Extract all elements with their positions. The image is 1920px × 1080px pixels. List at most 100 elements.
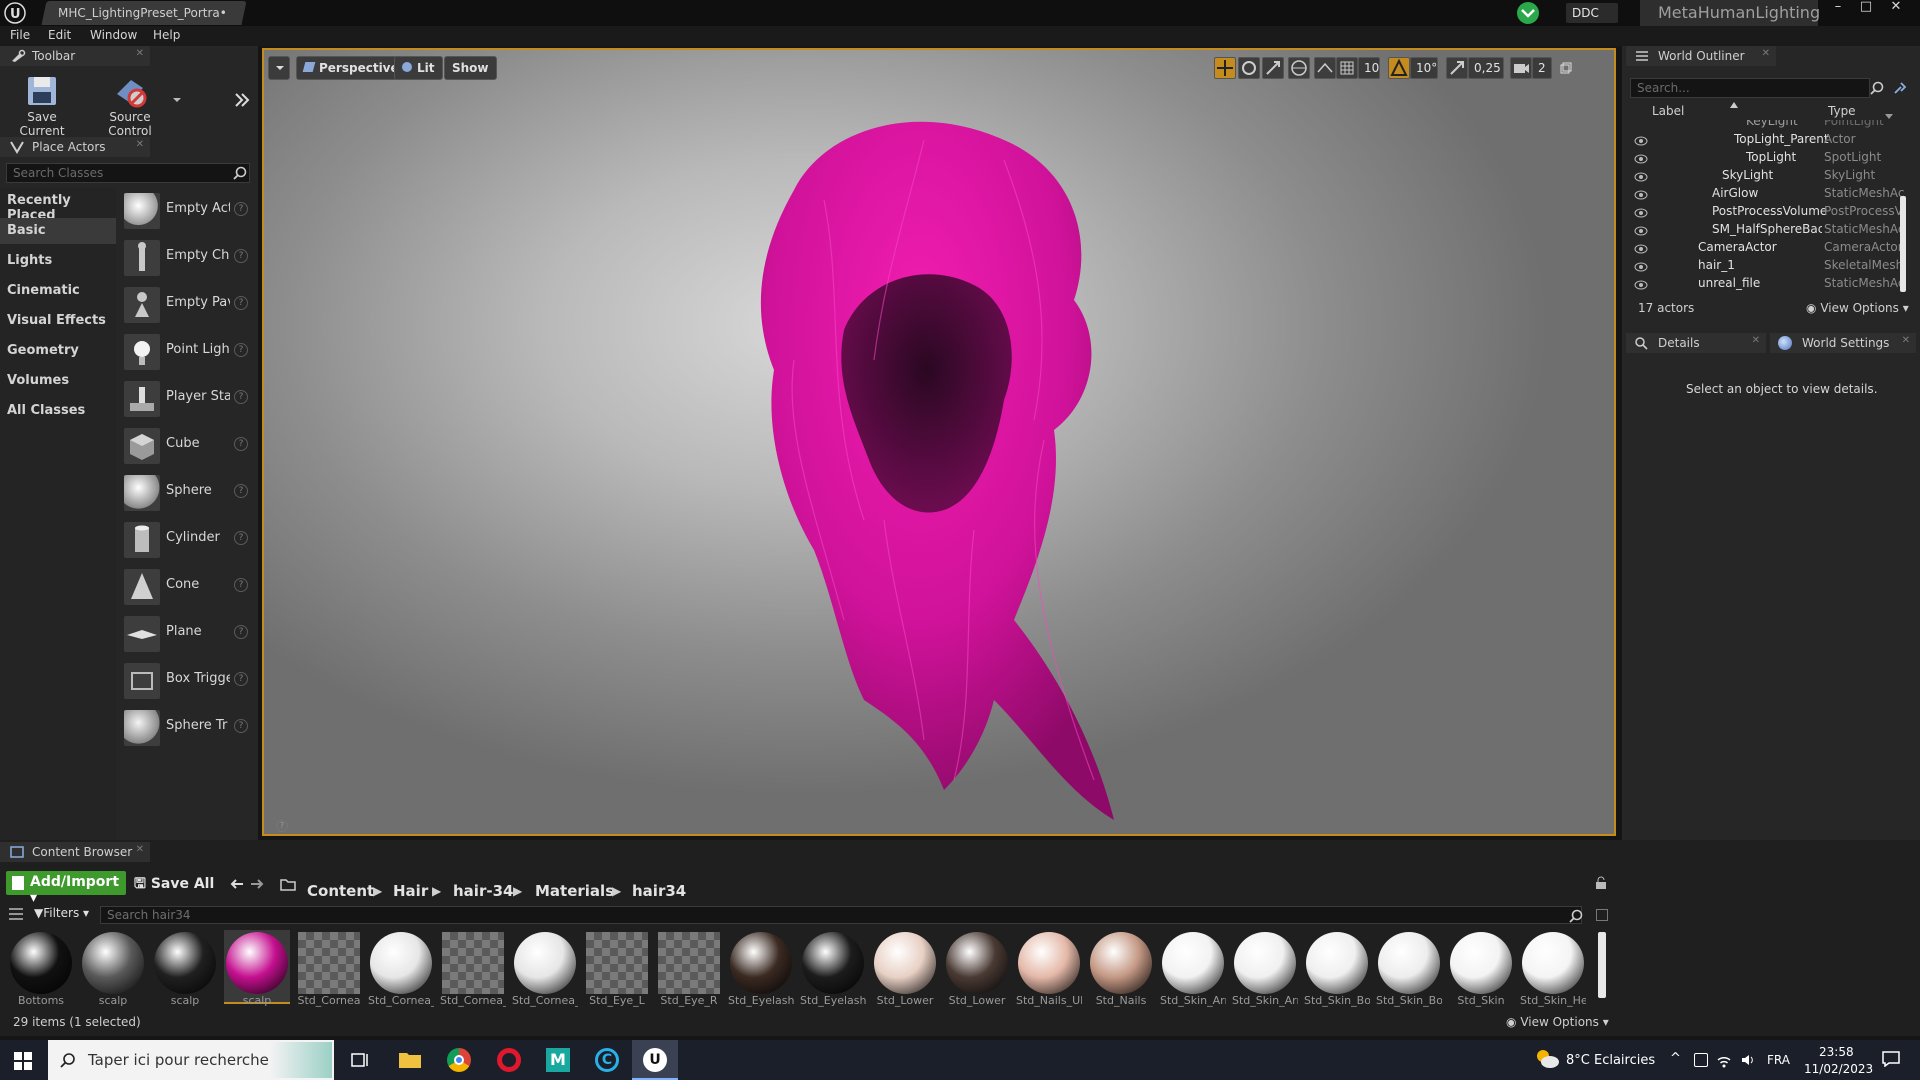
actor-item[interactable]: Plane?	[118, 613, 254, 657]
maximize-button[interactable]: □	[1854, 0, 1878, 15]
search-classes-input[interactable]: Search Classes	[6, 163, 250, 183]
help-icon[interactable]: ?	[234, 578, 248, 592]
eye-icon[interactable]	[1634, 279, 1648, 290]
task-view-icon[interactable]	[350, 1050, 370, 1070]
sources-panel-icon[interactable]	[8, 907, 24, 921]
asset-tile[interactable]: Std_Eye_L	[584, 930, 650, 1007]
file-explorer-icon[interactable]	[398, 1048, 422, 1070]
save-current-button[interactable]: Save Current	[4, 70, 80, 140]
close-icon[interactable]: ✕	[1762, 48, 1770, 59]
breadcrumb-separator-icon[interactable]: ▶	[612, 884, 621, 898]
eye-icon[interactable]	[1634, 153, 1648, 165]
asset-tile[interactable]: Std_Cornea	[296, 930, 362, 1007]
cb-view-options[interactable]: ◉ View Options ▾	[1506, 1015, 1609, 1029]
eye-icon[interactable]	[1634, 135, 1648, 147]
translate-icon[interactable]	[1214, 57, 1236, 79]
help-icon[interactable]: ?	[234, 296, 248, 310]
folder-icon[interactable]	[280, 877, 296, 891]
asset-tile[interactable]: Std_Lower	[872, 930, 938, 1007]
volume-icon[interactable]	[1740, 1052, 1756, 1068]
asset-search-input[interactable]: Search hair34	[100, 906, 1582, 924]
sort-up-icon[interactable]	[1730, 102, 1738, 108]
add-filter-icon[interactable]	[1892, 80, 1908, 96]
chevron-down-icon[interactable]	[172, 96, 182, 104]
help-icon[interactable]: ?	[234, 672, 248, 686]
expand-toolbar-icon[interactable]	[234, 92, 250, 108]
scale-snap-value[interactable]: 0,25	[1468, 57, 1504, 79]
asset-tile[interactable]: Std_Skin_Arm	[1160, 930, 1226, 1007]
search-icon[interactable]	[1569, 909, 1583, 923]
close-button[interactable]: ✕	[1884, 0, 1908, 15]
help-icon[interactable]: ?	[234, 719, 248, 733]
notification-icon[interactable]	[1882, 1051, 1900, 1067]
asset-tile[interactable]: Std_Cornea_R	[440, 930, 506, 1007]
grid-snap-icon[interactable]	[1336, 57, 1358, 79]
category-basic[interactable]: Basic	[0, 218, 116, 244]
maya-icon[interactable]: M	[546, 1048, 570, 1072]
rotate-icon[interactable]	[1238, 57, 1260, 79]
show-button[interactable]: Show	[444, 56, 497, 80]
category-cinematic[interactable]: Cinematic	[0, 278, 116, 304]
help-icon[interactable]: ?	[234, 437, 248, 451]
outliner-scrollbar[interactable]	[1900, 196, 1906, 292]
menu-help[interactable]: Help	[153, 28, 180, 42]
asset-tile[interactable]: Std_Nails	[1088, 930, 1154, 1007]
breadcrumb-separator-icon[interactable]: ▶	[432, 884, 441, 898]
asset-tile[interactable]: Std_Skin_Body	[1304, 930, 1370, 1007]
breadcrumb-materials[interactable]: Materials	[535, 882, 614, 900]
outliner-row[interactable]: AirGlow StaticMeshAc	[1630, 186, 1906, 204]
close-icon[interactable]: ✕	[1752, 335, 1760, 346]
tray-chevron-icon[interactable]: ^	[1670, 1051, 1681, 1066]
close-icon[interactable]: ✕	[1902, 335, 1910, 346]
windows-start-icon[interactable]	[14, 1052, 32, 1070]
help-icon[interactable]: ?	[234, 531, 248, 545]
category-recently-placed[interactable]: Recently Placed	[0, 188, 116, 223]
asset-tile[interactable]: Std_Skin_Body	[1376, 930, 1442, 1007]
breadcrumb-hair34[interactable]: hair34	[632, 882, 686, 900]
actor-item[interactable]: Empty Act?	[118, 190, 254, 234]
outliner-view-options[interactable]: ◉ View Options ▾	[1806, 301, 1909, 315]
hair-mesh[interactable]	[674, 100, 1194, 836]
document-tab[interactable]: MHC_LightingPreset_Portra•	[41, 1, 247, 25]
eye-icon[interactable]	[1634, 261, 1648, 273]
search-icon[interactable]	[233, 166, 247, 180]
outliner-row[interactable]: SkyLight SkyLight	[1630, 168, 1906, 186]
asset-tile[interactable]: Std_Cornea_L	[368, 930, 434, 1007]
outliner-search-input[interactable]: Search...	[1630, 78, 1870, 98]
chrome-icon[interactable]	[447, 1048, 471, 1072]
help-icon[interactable]: ?	[234, 625, 248, 639]
save-all-button[interactable]: 🖫 Save All	[134, 873, 214, 897]
asset-tile[interactable]: scalp	[80, 930, 146, 1007]
help-icon[interactable]: ?	[234, 202, 248, 216]
level-viewport[interactable]: Perspective Lit Show 10 10° 0,25 2 ?	[262, 48, 1616, 836]
breadcrumb-separator-icon[interactable]: ▶	[373, 884, 382, 898]
unreal-taskbar-button[interactable]: U	[632, 1040, 678, 1080]
breadcrumb-hair[interactable]: Hair	[393, 882, 428, 900]
outliner-row[interactable]: TopLight SpotLight	[1630, 150, 1906, 168]
close-icon[interactable]: ✕	[136, 48, 144, 59]
save-search-icon[interactable]	[1596, 909, 1608, 921]
scale-icon[interactable]	[1262, 57, 1284, 79]
eye-icon[interactable]	[1634, 171, 1648, 183]
outliner-row[interactable]: SM_HalfSphereBackgStaticMeshAc	[1630, 222, 1906, 240]
category-geometry[interactable]: Geometry	[0, 338, 116, 364]
rotation-snap-icon[interactable]	[1388, 57, 1410, 79]
weather-text[interactable]: 8°C Eclaircies	[1566, 1053, 1655, 1068]
actor-item[interactable]: Player Sta?	[118, 378, 254, 422]
viewport-menu-button[interactable]	[268, 56, 290, 80]
add-import-button[interactable]: Add/Import ▾	[6, 871, 126, 906]
perspective-button[interactable]: Perspective	[296, 56, 407, 80]
maximize-viewport-icon[interactable]	[1560, 62, 1572, 74]
asset-tile[interactable]: scalp	[152, 930, 218, 1007]
asset-tile[interactable]: Std_Lower	[944, 930, 1010, 1007]
outliner-row[interactable]: KeyLight PointLight	[1630, 120, 1906, 132]
breadcrumb-separator-icon[interactable]: ▶	[513, 884, 522, 898]
eye-icon[interactable]	[1634, 189, 1648, 201]
menu-file[interactable]: File	[10, 28, 30, 42]
filters-button[interactable]: ▼Filters ▾	[34, 906, 89, 920]
eye-icon[interactable]	[1634, 225, 1648, 237]
breadcrumb-content[interactable]: Content	[307, 882, 374, 900]
asset-tile[interactable]: Std_Skin_Arm	[1232, 930, 1298, 1007]
asset-tile[interactable]: Bottoms	[8, 930, 74, 1007]
category-all-classes[interactable]: All Classes	[0, 398, 116, 424]
